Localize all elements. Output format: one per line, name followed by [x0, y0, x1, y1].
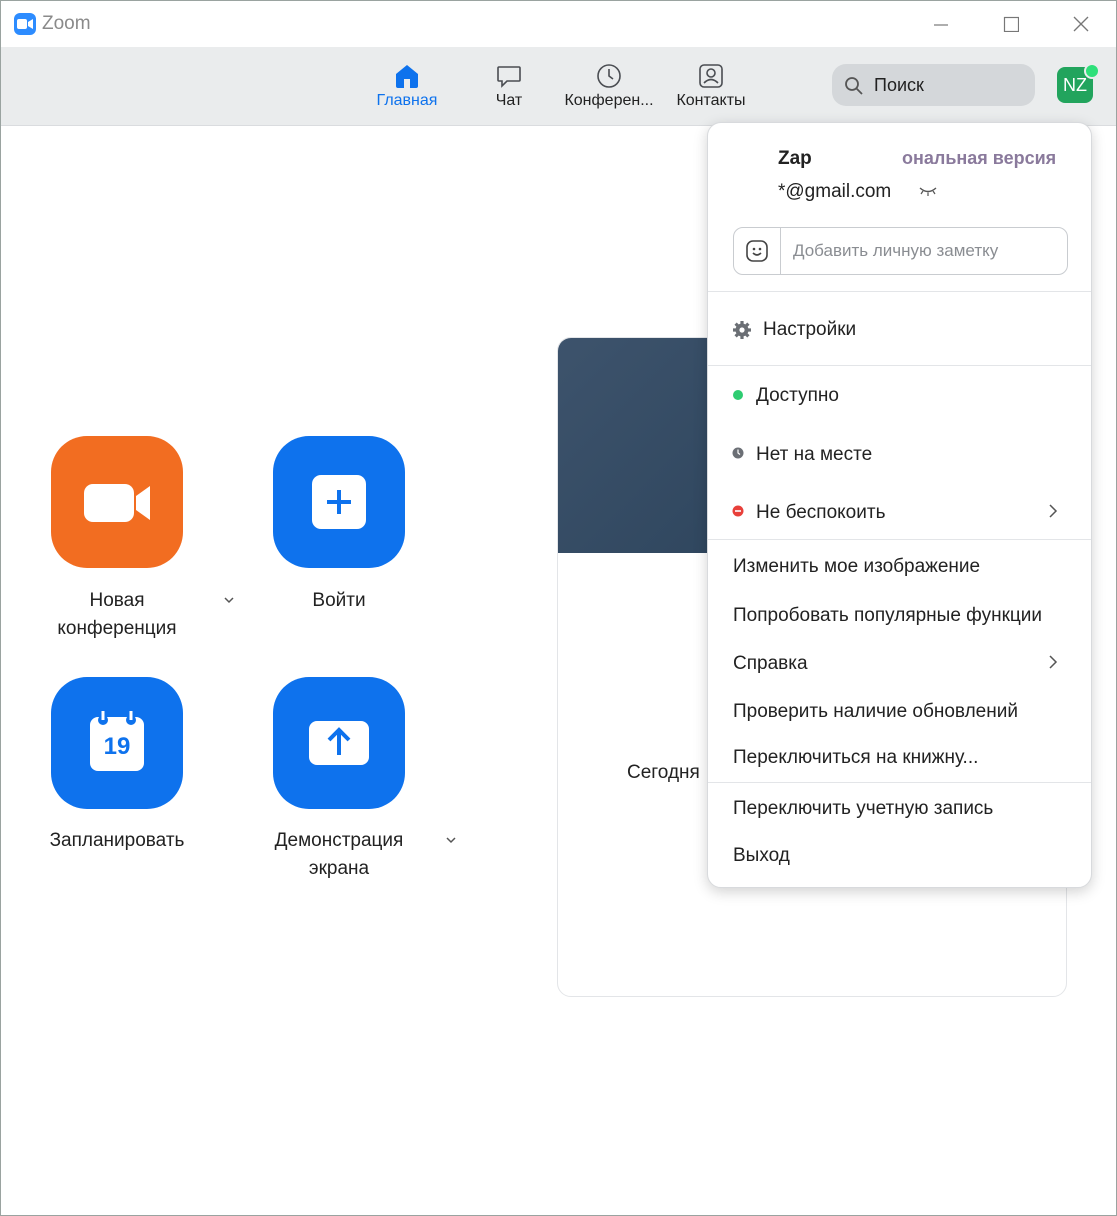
chat-icon	[497, 66, 521, 88]
profile-email: *@gmail.com	[778, 181, 892, 202]
clock-icon	[597, 64, 621, 88]
top-nav-bar: Главная Чат Конферен... Контакты Поиск N…	[1, 47, 1116, 126]
video-camera-icon	[84, 484, 150, 522]
search-box[interactable]: Поиск	[832, 64, 1035, 106]
calendar-date: 19	[103, 733, 131, 760]
home-icon	[396, 65, 418, 88]
available-status-icon	[733, 390, 743, 400]
plus-icon	[312, 475, 366, 529]
tab-label: Главная	[376, 92, 438, 109]
divider	[708, 365, 1091, 366]
presence-dot	[1084, 63, 1100, 79]
zoom-logo-icon	[14, 13, 36, 35]
title-bar: Zoom	[1, 1, 1116, 47]
gear-icon	[733, 321, 751, 339]
new-meeting-label: Новая конференция	[57, 590, 177, 639]
menu-item-change-picture[interactable]: Изменить мое изображение	[733, 556, 980, 578]
note-placeholder: Добавить личную заметку	[793, 241, 999, 260]
search-label: Поиск	[874, 75, 924, 95]
contacts-icon	[699, 64, 723, 88]
today-label: Сегодня	[627, 762, 700, 783]
share-screen-label: Демонстрация экрана	[274, 830, 404, 879]
menu-item-available[interactable]: Доступно	[756, 385, 839, 407]
away-clock-icon	[732, 447, 744, 459]
tab-meetings[interactable]: Конферен...	[559, 47, 659, 125]
do-not-disturb-icon	[732, 505, 744, 517]
menu-item-check-updates[interactable]: Проверить наличие обновлений	[733, 701, 1018, 723]
upload-arrow-icon	[309, 721, 369, 765]
close-button[interactable]	[1051, 5, 1111, 43]
smiley-icon	[746, 240, 768, 262]
tab-home[interactable]: Главная	[367, 47, 447, 125]
divider	[708, 539, 1091, 540]
menu-item-switch-account[interactable]: Переключить учетную запись	[733, 798, 993, 820]
window-title: Zoom	[42, 13, 91, 34]
schedule-label: Запланировать	[49, 830, 185, 851]
divider	[708, 782, 1091, 783]
menu-item-settings[interactable]: Настройки	[763, 319, 856, 341]
profile-name: Zap	[778, 148, 812, 169]
tab-chat[interactable]: Чат	[469, 47, 549, 125]
tab-label: Контакты	[676, 92, 746, 109]
schedule-button[interactable]: 19	[51, 677, 183, 809]
chevron-down-icon[interactable]	[445, 835, 457, 845]
tab-label: Чат	[495, 92, 523, 109]
menu-item-away[interactable]: Нет на месте	[756, 444, 872, 466]
tab-label: Конферен...	[564, 92, 654, 109]
emoji-button[interactable]	[734, 228, 781, 274]
chevron-down-icon[interactable]	[223, 595, 235, 605]
menu-item-help[interactable]: Справка	[733, 653, 808, 675]
chevron-right-icon	[1049, 655, 1058, 669]
share-screen-button[interactable]	[273, 677, 405, 809]
plan-badge: ональная версия	[902, 148, 1056, 169]
tab-contacts[interactable]: Контакты	[667, 47, 755, 125]
minimize-button[interactable]	[911, 5, 971, 43]
menu-item-do-not-disturb[interactable]: Не беспокоить	[756, 502, 885, 524]
hide-email-icon[interactable]	[918, 185, 938, 197]
join-button[interactable]	[273, 436, 405, 568]
maximize-button[interactable]	[981, 5, 1041, 43]
menu-item-switch-portrait[interactable]: Переключиться на книжну...	[733, 747, 978, 769]
join-label: Войти	[312, 590, 366, 611]
profile-menu: Zap ональная версия *@gmail.com Добавить…	[707, 122, 1092, 888]
new-meeting-button[interactable]	[51, 436, 183, 568]
search-icon	[845, 77, 863, 95]
menu-item-try-features[interactable]: Попробовать популярные функции	[733, 605, 1042, 627]
plan-text: ональная версия	[902, 148, 1057, 168]
divider	[708, 291, 1091, 292]
chevron-right-icon	[1049, 504, 1058, 518]
personal-note-field[interactable]: Добавить личную заметку	[733, 227, 1068, 275]
zoom-window: Zoom Главная Чат Конферен... Контакты По…	[0, 0, 1117, 1216]
menu-item-logout[interactable]: Выход	[733, 845, 790, 867]
